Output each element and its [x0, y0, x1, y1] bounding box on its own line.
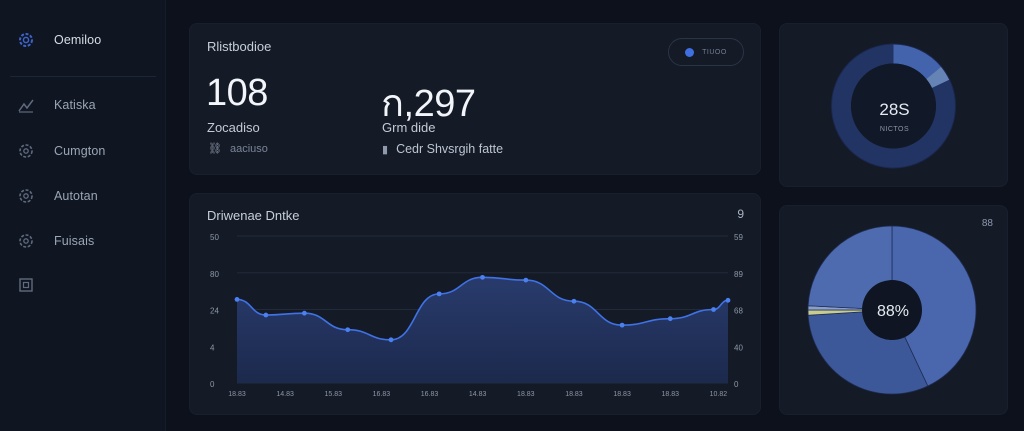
metric-subtext-label: aaciuso [229, 142, 268, 155]
chart-title: Driwenae Dntke [207, 208, 300, 223]
ring-value: 28S [879, 100, 910, 119]
link-icon: ⛓ [208, 143, 222, 155]
period-toggle-button[interactable]: TIUOO [668, 38, 744, 66]
x-tick-label: 18.83 [517, 391, 535, 398]
data-point[interactable] [480, 274, 485, 280]
data-point[interactable] [725, 297, 731, 303]
metric-value: 108 [206, 72, 268, 114]
chart-card: 0 0 4 40 24 68 80 89 50 59 18.83 14.83 15.83 16.83 16.… [189, 193, 761, 415]
x-tick-label: 18.83 [661, 391, 679, 398]
sidebar-item-label: Katiska [54, 98, 96, 112]
sidebar-item-label: Cumgton [54, 144, 106, 158]
data-point[interactable] [263, 312, 269, 318]
area-fill [237, 277, 728, 383]
y-tick-label: 0 [210, 380, 215, 389]
data-point[interactable] [234, 296, 240, 302]
x-tick-label: 14.83 [469, 391, 487, 398]
sidebar-divider [10, 76, 156, 77]
x-tick-label: 15.83 [325, 391, 343, 398]
x-tick-label: 18.83 [565, 391, 583, 398]
x-tick-label: 16.83 [373, 391, 391, 398]
metric-subtext: ⛓ aaciuso [208, 142, 268, 156]
cog-icon [16, 141, 36, 161]
pie-card: 88% 88 [779, 205, 1008, 415]
data-point[interactable] [571, 298, 577, 304]
metric-label: Grm dide [382, 120, 436, 135]
data-point[interactable] [523, 277, 529, 283]
y-tick-label: 50 [210, 233, 219, 242]
area-chart: 0 0 4 40 24 68 80 89 50 59 18.83 14.83 15.83 16.83 16.… [210, 233, 743, 398]
data-point[interactable] [345, 327, 351, 333]
y-tick-label-right: 40 [734, 343, 743, 352]
sidebar-item-label: Fuisais [54, 234, 95, 248]
data-point[interactable] [388, 337, 394, 343]
data-point[interactable] [619, 322, 625, 328]
data-point[interactable] [301, 310, 307, 316]
x-tick-label: 16.83 [421, 391, 439, 398]
ring-card: 28S NICTOS [779, 23, 1008, 187]
sidebar: Oemiloo Katiska Cumgton Autotan Fuisais [0, 0, 166, 431]
chart-info-button[interactable]: 9 [737, 207, 744, 221]
sidebar-item-fuisais[interactable]: Fuisais [16, 229, 156, 253]
sidebar-item-grid[interactable] [16, 273, 156, 297]
y-tick-label-right: 59 [734, 233, 743, 242]
stats-card: Rlistbodioe TIUOO 108 Zocadiso ⛓ aaciuso… [189, 23, 761, 175]
y-tick-label: 24 [210, 307, 219, 316]
x-tick-label: 18.83 [613, 391, 631, 398]
metric-subtext-label: Cedr Shvsrgih fatte [396, 142, 504, 156]
metric-subtext: ▮ Cedr Shvsrgih fatte [382, 142, 503, 156]
x-tick-label: 10.82 [710, 391, 728, 398]
cog-icon [16, 186, 36, 206]
pie-corner-label[interactable]: 88 [982, 218, 993, 229]
sidebar-item-autotan[interactable]: Autotan [16, 184, 156, 208]
doc-icon: ▮ [382, 143, 389, 156]
gear-icon [16, 30, 36, 50]
donut-value: 88% [876, 303, 910, 320]
stats-title: Rlistbodioe [207, 39, 272, 54]
sidebar-item-label: Autotan [54, 189, 98, 203]
data-point[interactable] [436, 291, 442, 297]
y-tick-label: 4 [210, 343, 215, 352]
metric-label: Zocadiso [207, 120, 260, 135]
sidebar-item-katiska[interactable]: Katiska [16, 93, 156, 117]
x-tick-label: 18.83 [228, 391, 246, 398]
sidebar-item-label: Oemiloo [54, 33, 102, 47]
status-dot-icon [685, 47, 695, 57]
ring-label: NICTOS [879, 126, 910, 133]
y-tick-label-right: 0 [734, 380, 739, 389]
data-point[interactable] [667, 316, 673, 322]
sidebar-item-overview[interactable]: Oemiloo [16, 28, 156, 52]
sidebar-item-cumgton[interactable]: Cumgton [16, 139, 156, 163]
y-tick-label: 80 [210, 270, 219, 279]
period-label: TIUOO [702, 48, 727, 56]
y-tick-label-right: 68 [734, 307, 743, 316]
chart-icon [16, 95, 36, 115]
y-tick-label-right: 89 [734, 270, 743, 279]
x-tick-label: 14.83 [276, 391, 294, 398]
cog-icon [16, 231, 36, 251]
data-point[interactable] [711, 307, 716, 312]
grid-icon [16, 275, 36, 295]
